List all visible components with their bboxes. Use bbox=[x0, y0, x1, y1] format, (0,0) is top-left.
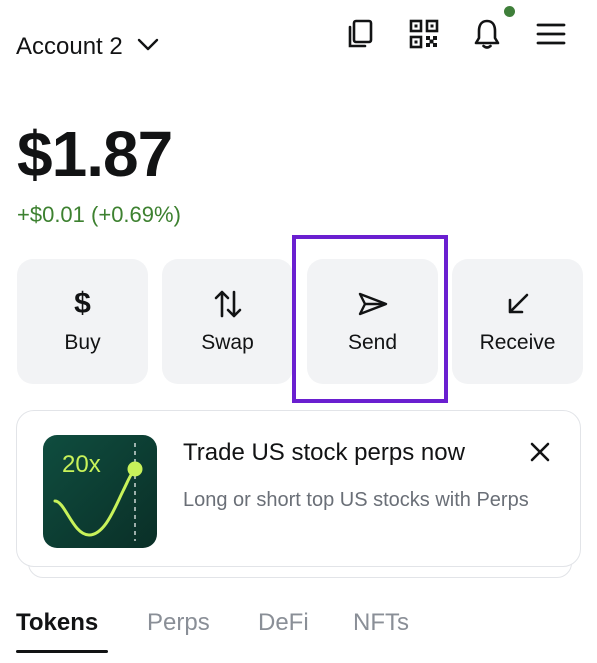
bell-icon[interactable] bbox=[469, 16, 505, 52]
buy-label: Buy bbox=[64, 330, 101, 354]
send-label: Send bbox=[347, 330, 398, 354]
chevron-down-icon bbox=[137, 38, 159, 57]
tab-perps[interactable]: Perps bbox=[147, 606, 210, 640]
tab-nfts[interactable]: NFTs bbox=[353, 606, 409, 640]
menu-icon[interactable] bbox=[533, 16, 569, 52]
promo-title: Trade US stock perps now bbox=[183, 439, 465, 466]
swap-button[interactable]: Swap bbox=[162, 259, 293, 384]
account-name: Account 2 bbox=[16, 33, 123, 60]
promo-card[interactable]: 20x Trade US stock perps now Long or sho… bbox=[16, 410, 581, 567]
receive-arrow-icon bbox=[505, 289, 531, 319]
receive-label: Receive bbox=[479, 330, 556, 354]
tab-defi[interactable]: DeFi bbox=[258, 606, 309, 640]
swap-arrows-icon bbox=[214, 289, 242, 319]
notification-dot bbox=[504, 6, 515, 17]
leverage-badge: 20x bbox=[62, 451, 101, 478]
account-selector[interactable]: Account 2 bbox=[16, 30, 159, 64]
receive-button[interactable]: Receive bbox=[452, 259, 583, 384]
balance-change: +$0.01 (+0.69%) bbox=[17, 202, 181, 227]
tab-tokens[interactable]: Tokens bbox=[16, 606, 98, 640]
send-button[interactable]: Send bbox=[307, 259, 438, 384]
perps-chart-icon: 20x bbox=[43, 435, 157, 548]
balance-amount: $1.87 bbox=[17, 118, 173, 190]
active-tab-underline bbox=[16, 650, 108, 653]
close-icon[interactable] bbox=[525, 437, 555, 467]
promo-description: Long or short top US stocks with Perps bbox=[183, 489, 529, 511]
send-icon bbox=[357, 289, 389, 319]
qr-code-icon[interactable] bbox=[406, 16, 442, 52]
buy-button[interactable]: $ Buy bbox=[17, 259, 148, 384]
copy-icon[interactable] bbox=[342, 16, 378, 52]
swap-label: Swap bbox=[201, 330, 254, 354]
dollar-icon: $ bbox=[74, 286, 91, 320]
